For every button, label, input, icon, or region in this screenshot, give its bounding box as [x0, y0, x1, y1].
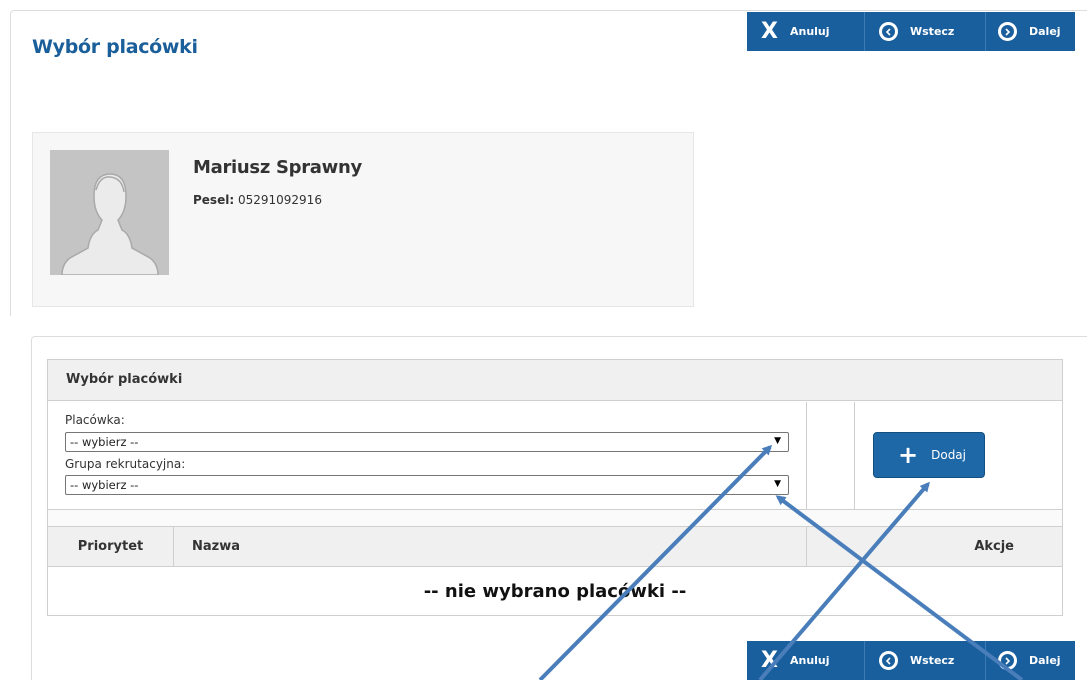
next-label: Dalej: [1029, 654, 1061, 667]
pesel-label: Pesel:: [193, 193, 235, 207]
next-label: Dalej: [1029, 25, 1061, 38]
facility-select-value: -- wybierz --: [70, 435, 139, 449]
next-button[interactable]: Dalej: [986, 12, 1075, 51]
chevron-left-icon: [879, 22, 898, 41]
chevron-right-icon: [998, 651, 1017, 670]
button-cell: + Dodaj: [855, 402, 1064, 509]
chevron-left-icon: [879, 651, 898, 670]
pesel-value: 05291092916: [237, 193, 322, 207]
form-cell: Placówka: -- wybierz -- ▼ Grupa rekrutac…: [48, 402, 807, 509]
back-button[interactable]: Wstecz: [865, 12, 986, 51]
facility-label: Placówka:: [65, 413, 125, 427]
column-name: Nazwa: [174, 527, 807, 567]
close-icon: X: [761, 647, 778, 673]
group-label: Grupa rekrutacyjna:: [65, 457, 186, 471]
back-label: Wstecz: [910, 654, 955, 667]
user-silhouette-icon: [50, 150, 169, 275]
dropdown-arrow-icon: ▼: [774, 479, 781, 489]
table-header: Priorytet Nazwa Akcje: [48, 527, 1062, 567]
close-icon: X: [761, 18, 778, 44]
column-priority: Priorytet: [48, 527, 174, 567]
person-name: Mariusz Sprawny: [193, 157, 362, 178]
plus-icon: +: [898, 441, 919, 469]
dropdown-arrow-icon: ▼: [774, 436, 781, 446]
pesel-line: Pesel: 05291092916: [193, 193, 322, 207]
cancel-label: Anuluj: [789, 654, 830, 667]
cancel-button[interactable]: X Anuluj: [747, 12, 865, 51]
row-separator: [48, 509, 1062, 527]
next-button[interactable]: Dalej: [986, 641, 1075, 680]
chevron-right-icon: [998, 22, 1017, 41]
column-actions: Akcje: [974, 539, 1014, 554]
spacer-cell: [807, 402, 855, 509]
bottom-toolbar: X Anuluj Wstecz Dalej: [747, 641, 1075, 680]
cancel-button[interactable]: X Anuluj: [747, 641, 865, 680]
add-button[interactable]: + Dodaj: [873, 432, 985, 478]
back-button[interactable]: Wstecz: [865, 641, 986, 680]
panel-title: Wybór placówki: [48, 360, 1062, 401]
profile-card: Mariusz Sprawny Pesel: 05291092916: [32, 132, 694, 307]
avatar: [50, 150, 169, 275]
group-select-value: -- wybierz --: [70, 478, 139, 492]
empty-message: -- nie wybrano placówki --: [423, 581, 687, 602]
add-label: Dodaj: [931, 448, 966, 462]
group-select[interactable]: -- wybierz -- ▼: [65, 475, 789, 495]
page-title: Wybór placówki: [32, 36, 198, 58]
facility-panel: Wybór placówki Placówka: -- wybierz -- ▼…: [47, 359, 1063, 616]
back-label: Wstecz: [910, 25, 955, 38]
cancel-label: Anuluj: [789, 25, 830, 38]
facility-select[interactable]: -- wybierz -- ▼: [65, 432, 789, 452]
top-toolbar: X Anuluj Wstecz Dalej: [747, 12, 1075, 51]
